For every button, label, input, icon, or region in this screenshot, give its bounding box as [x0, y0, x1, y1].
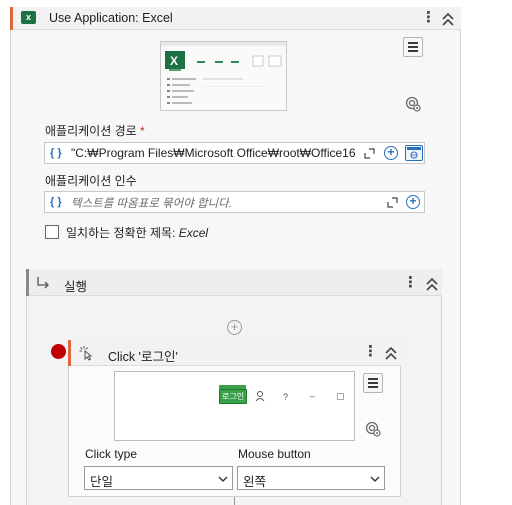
- indicate-target-icon[interactable]: [365, 421, 381, 437]
- add-variable-icon[interactable]: +: [406, 195, 420, 209]
- preview-person-icon: [255, 391, 265, 402]
- sequence-connector: [234, 497, 235, 505]
- click-activity-accent: [68, 340, 71, 366]
- preview-maximize-icon: ▢: [336, 391, 345, 401]
- collapse-icon[interactable]: [425, 276, 439, 292]
- exact-title-checkbox[interactable]: [45, 225, 59, 239]
- add-variable-icon[interactable]: +: [384, 146, 398, 160]
- do-branch-icon: [37, 277, 49, 289]
- expression-brace-icon[interactable]: { }: [50, 196, 62, 208]
- app-args-label: 애플리케이션 인수: [45, 174, 137, 188]
- selected-accent-bar: [10, 7, 13, 30]
- do-block-header[interactable]: [26, 269, 442, 296]
- do-block-title: 실행: [64, 280, 88, 294]
- click-target-preview: [114, 371, 355, 441]
- excel-icon: x: [21, 11, 36, 24]
- indicate-target-icon[interactable]: [405, 96, 421, 112]
- preview-help-icon: ?: [283, 392, 289, 402]
- application-preview-image: X: [160, 41, 287, 111]
- click-icon: [79, 346, 93, 361]
- expression-brace-icon[interactable]: { }: [50, 147, 62, 159]
- expand-editor-icon[interactable]: [387, 197, 398, 208]
- use-application-title: Use Application: Excel: [49, 11, 173, 25]
- expand-editor-icon[interactable]: [364, 148, 375, 159]
- do-block-accent: [26, 269, 29, 296]
- click-activity-title: Click '로그인': [108, 350, 178, 364]
- exact-title-label[interactable]: 일치하는 정확한 제목: Excel: [66, 224, 208, 241]
- more-options-icon[interactable]: ⋮: [403, 275, 418, 291]
- collapse-icon[interactable]: [384, 345, 398, 361]
- app-path-value[interactable]: "C:₩Program Files₩Microsoft Office₩root₩…: [71, 146, 355, 160]
- breakpoint-indicator[interactable]: [51, 344, 66, 359]
- preview-excel-logo: X: [170, 54, 178, 68]
- app-args-placeholder[interactable]: 텍스트를 따옴표로 묶어야 합니다.: [71, 195, 232, 211]
- add-activity-icon[interactable]: +: [227, 320, 242, 335]
- more-options-icon[interactable]: ⋮: [421, 10, 436, 26]
- preview-minimize-icon: –: [310, 391, 316, 401]
- more-options-icon[interactable]: ⋮: [363, 344, 378, 360]
- browse-file-icon[interactable]: [405, 145, 423, 161]
- click-type-value[interactable]: 단일: [90, 471, 113, 490]
- app-path-label: 애플리케이션 경로 *: [45, 124, 145, 138]
- hamburger-menu-button[interactable]: [403, 37, 423, 57]
- required-asterisk: *: [140, 124, 145, 138]
- mouse-button-label: Mouse button: [238, 447, 311, 461]
- chevron-down-icon[interactable]: [370, 474, 380, 484]
- collapse-icon[interactable]: [441, 11, 455, 27]
- chevron-down-icon[interactable]: [218, 474, 228, 484]
- mouse-button-value[interactable]: 왼쪽: [243, 471, 266, 490]
- hamburger-menu-button[interactable]: [363, 373, 383, 393]
- login-button-preview: 로그인: [219, 389, 248, 404]
- exact-title-value: Excel: [178, 226, 209, 240]
- click-type-label: Click type: [85, 447, 138, 461]
